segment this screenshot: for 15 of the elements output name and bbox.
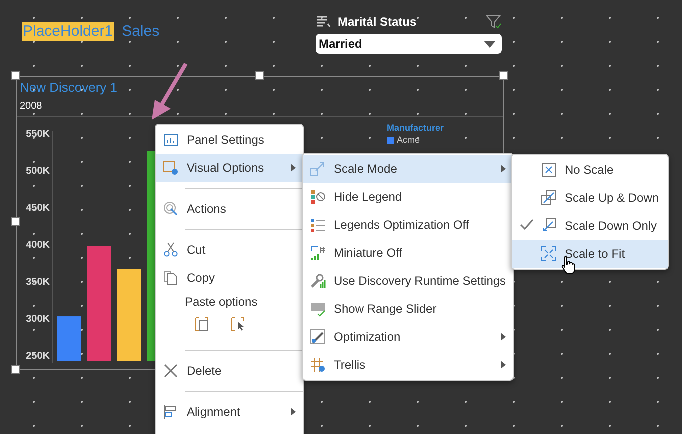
panel-title: New Discovery 1 — [20, 80, 118, 95]
panel-subtitle: 2008 — [20, 101, 42, 112]
legend-label: Acme — [397, 135, 420, 145]
placeholder-tag: PlaceHolder1 — [22, 22, 114, 41]
axis-label: 550K — [26, 129, 50, 140]
axis-label: 250K — [26, 351, 50, 362]
filter-label: Marital Status — [338, 15, 418, 29]
axis-label: 500K — [26, 166, 50, 177]
axis-label: 350K — [26, 277, 50, 288]
axis-label: 300K — [26, 314, 50, 325]
menu-label: Paste options — [185, 295, 258, 309]
legend-title: Manufacturer — [387, 123, 444, 133]
page-title: Sales — [122, 23, 160, 40]
axis-label: 450K — [26, 203, 50, 214]
axis-label: 400K — [26, 240, 50, 251]
